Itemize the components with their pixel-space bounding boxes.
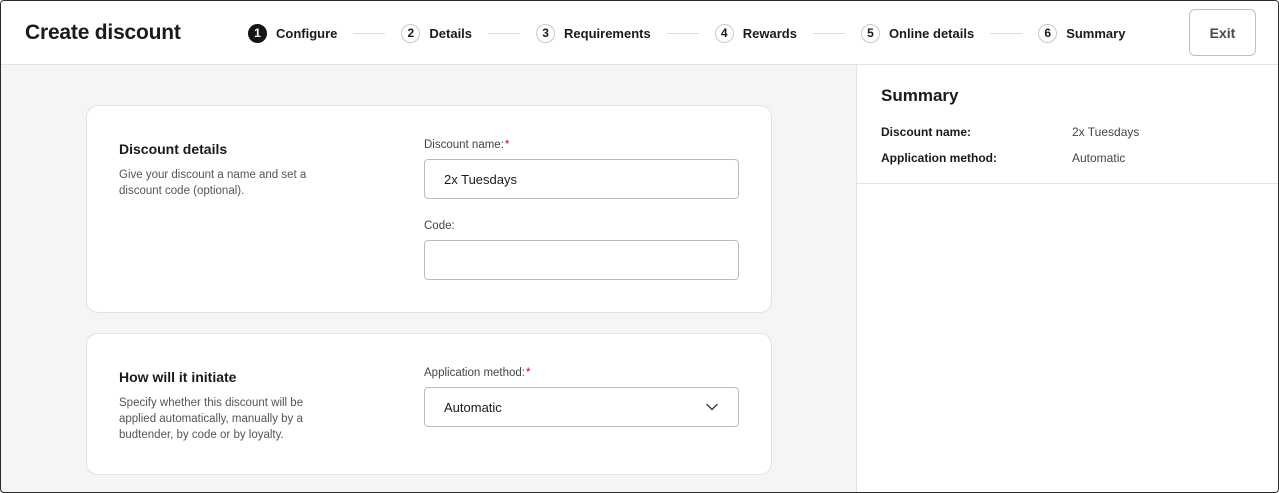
chevron-down-icon [705, 400, 719, 414]
code-label: Code: [424, 220, 455, 232]
step-summary[interactable]: 6 Summary [1038, 23, 1126, 43]
field-label-text: Discount name: [424, 139, 504, 151]
discount-name-label: Discount name:* [424, 139, 509, 151]
step-number: 3 [536, 23, 556, 43]
summary-title: Summary [881, 86, 959, 105]
application-method-label: Application method:* [424, 367, 531, 379]
step-label: Rewards [742, 25, 797, 41]
step-label: Configure [276, 25, 338, 41]
step-connector [353, 32, 386, 34]
discount-details-card: Discount details Give your discount a na… [86, 105, 772, 313]
step-number: 5 [860, 23, 880, 43]
field-label-text: Application method: [424, 367, 526, 379]
step-requirements[interactable]: 3 Requirements [536, 23, 651, 43]
app-window: Create discount 1 Configure 2 Details 3 … [0, 0, 1279, 493]
step-number: 1 [248, 23, 267, 43]
required-mark: * [504, 139, 510, 151]
card-description: Give your discount a name and set a disc… [119, 169, 307, 197]
step-connector [990, 32, 1023, 34]
step-online-details[interactable]: 5 Online details [860, 23, 975, 43]
step-number: 4 [714, 23, 734, 43]
required-mark: * [526, 367, 531, 379]
summary-key: Application method: [881, 151, 997, 165]
step-connector [812, 32, 845, 34]
step-details[interactable]: 2 Details [401, 23, 473, 43]
step-configure[interactable]: 1 Configure [248, 23, 338, 43]
exit-button[interactable]: Exit [1189, 9, 1256, 56]
card-title: How will it initiate [119, 369, 237, 385]
card-description: Specify whether this discount will be ap… [119, 397, 304, 441]
summary-row-discount-name: Discount name: 2x Tuesdays [881, 125, 1139, 139]
step-label: Summary [1066, 25, 1126, 41]
page-title: Create discount [25, 21, 181, 44]
summary-header: Summary Discount name: 2x Tuesdays Appli… [857, 65, 1278, 184]
summary-value: Automatic [1072, 151, 1126, 165]
card-title: Discount details [119, 141, 228, 157]
code-input[interactable] [424, 240, 739, 280]
step-connector [488, 32, 521, 34]
step-rewards[interactable]: 4 Rewards [714, 23, 797, 43]
initiate-card: How will it initiate Specify whether thi… [86, 333, 772, 475]
step-label: Requirements [564, 25, 651, 41]
stepper: 1 Configure 2 Details 3 Requirements 4 R… [248, 23, 1125, 43]
summary-value: 2x Tuesdays [1072, 125, 1140, 139]
step-number: 2 [401, 23, 421, 43]
summary-row-application-method: Application method: Automatic [881, 151, 1125, 165]
step-number: 6 [1038, 23, 1058, 43]
application-method-select[interactable]: Automatic [424, 387, 739, 427]
summary-panel: Summary Discount name: 2x Tuesdays Appli… [856, 65, 1278, 492]
header: Create discount 1 Configure 2 Details 3 … [1, 1, 1278, 65]
step-connector [666, 32, 699, 34]
discount-name-input[interactable] [424, 159, 739, 199]
select-value: Automatic [444, 399, 502, 415]
step-label: Details [429, 25, 473, 41]
step-label: Online details [888, 25, 975, 41]
summary-key: Discount name: [881, 125, 972, 139]
